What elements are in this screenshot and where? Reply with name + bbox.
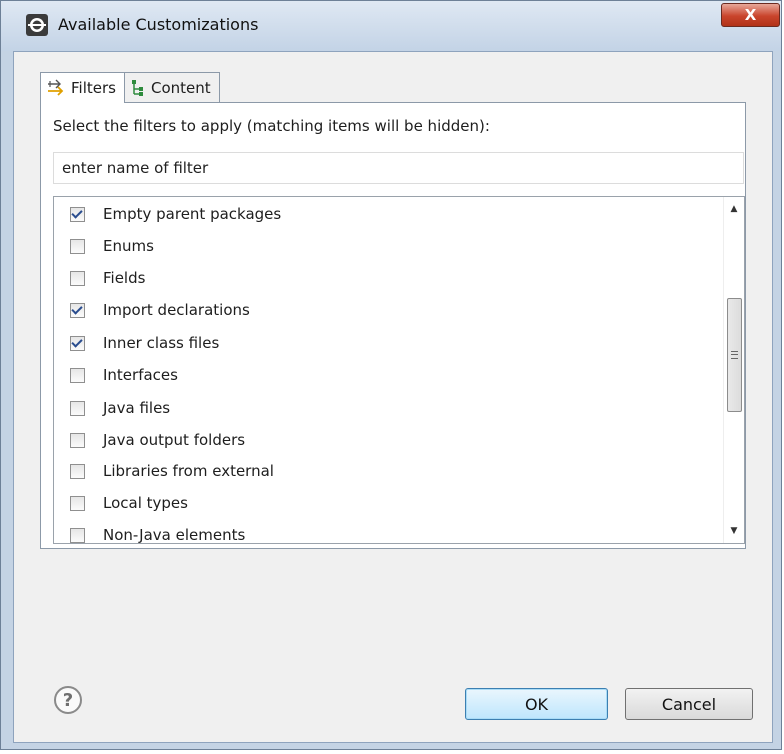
list-item-label: Java output folders	[103, 431, 246, 449]
scroll-up-arrow-icon[interactable]: ▲	[724, 199, 744, 219]
list-item-label: Import declarations	[103, 301, 250, 319]
list-item-label: Non-Java elements	[103, 526, 246, 544]
close-button[interactable]: X	[721, 3, 780, 27]
checkbox-unchecked[interactable]	[70, 400, 85, 416]
help-icon[interactable]: ?	[54, 686, 82, 714]
filters-panel: Select the filters to apply (matching it…	[40, 102, 746, 549]
ok-button[interactable]: OK	[465, 688, 608, 720]
window-title: Available Customizations	[58, 15, 259, 34]
checkbox-checked[interactable]	[70, 335, 85, 351]
tree-content-icon	[130, 79, 146, 97]
eclipse-app-icon	[25, 13, 49, 37]
checkbox-unchecked[interactable]	[70, 270, 85, 286]
checkbox-unchecked[interactable]	[70, 527, 85, 543]
list-item[interactable]: Interfaces	[70, 363, 178, 387]
list-item-label: Interfaces	[103, 366, 178, 384]
list-item[interactable]: Inner class files	[70, 331, 219, 355]
list-item[interactable]: Enums	[70, 234, 154, 258]
list-item[interactable]: Fields	[70, 266, 145, 290]
list-item[interactable]: Java output folders	[70, 428, 245, 452]
tab-filters-label: Filters	[71, 79, 116, 97]
checkbox-checked[interactable]	[70, 206, 85, 222]
filters-list: Empty parent packages Enums Fields Impor…	[53, 196, 745, 544]
cancel-button[interactable]: Cancel	[625, 688, 753, 720]
list-item-label: Libraries from external	[103, 462, 274, 480]
checkbox-unchecked[interactable]	[70, 367, 85, 383]
list-item-label: Inner class files	[103, 334, 220, 352]
list-item-label: Empty parent packages	[103, 205, 282, 223]
dialog-window: Available Customizations X Filters Conte…	[0, 0, 782, 750]
checkbox-unchecked[interactable]	[70, 495, 85, 511]
checkbox-unchecked[interactable]	[70, 463, 85, 479]
list-item[interactable]: Import declarations	[70, 298, 250, 322]
vertical-scrollbar[interactable]: ▲ ▼	[723, 197, 744, 543]
list-item[interactable]: Empty parent packages	[70, 202, 281, 226]
checkbox-checked[interactable]	[70, 302, 85, 318]
scroll-down-arrow-icon[interactable]: ▼	[724, 521, 744, 541]
checkbox-unchecked[interactable]	[70, 238, 85, 254]
list-item[interactable]: Libraries from external	[70, 459, 274, 483]
scrollbar-thumb[interactable]	[727, 298, 742, 412]
tab-content[interactable]: Content	[123, 72, 220, 102]
list-item-label: Fields	[103, 269, 146, 287]
tab-bar: Filters Content	[40, 72, 220, 103]
filters-instruction: Select the filters to apply (matching it…	[53, 117, 490, 135]
list-item[interactable]: Local types	[70, 491, 188, 515]
dialog-client-area: Filters Content Select the filters to ap…	[13, 51, 773, 743]
list-item[interactable]: Java files	[70, 396, 170, 420]
list-item-label: Java files	[103, 399, 171, 417]
filter-search-input[interactable]	[53, 152, 744, 184]
list-item-label: Enums	[103, 237, 154, 255]
list-item[interactable]: Non-Java elements	[70, 523, 246, 544]
checkbox-unchecked[interactable]	[70, 432, 85, 448]
tab-content-label: Content	[150, 78, 211, 97]
tab-filters[interactable]: Filters	[40, 72, 125, 103]
grip-icon	[731, 351, 738, 359]
title-bar[interactable]: Available Customizations X	[1, 1, 781, 51]
list-item-label: Local types	[103, 494, 188, 512]
filter-arrows-icon	[46, 79, 66, 97]
